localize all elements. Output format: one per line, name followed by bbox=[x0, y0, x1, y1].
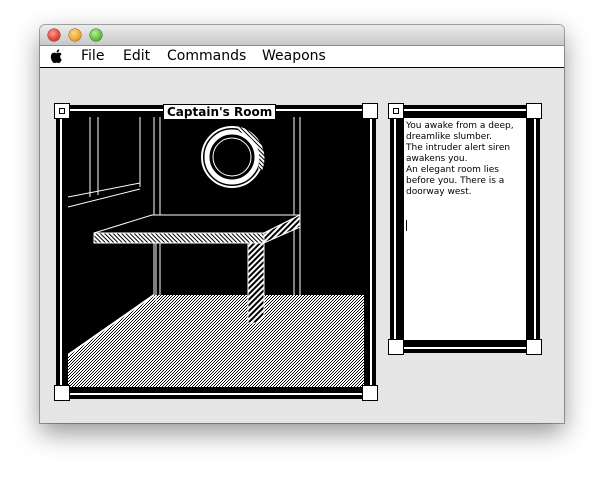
zoom-window-button[interactable] bbox=[90, 29, 102, 41]
title-bar bbox=[40, 25, 564, 46]
scene-window-title: Captain's Room bbox=[163, 104, 277, 120]
menu-edit[interactable]: Edit bbox=[123, 47, 150, 66]
menu-file[interactable]: File bbox=[81, 47, 104, 66]
close-window-button[interactable] bbox=[48, 29, 60, 41]
text-zoom-box[interactable] bbox=[526, 103, 542, 119]
menu-bar: File Edit Commands Weapons bbox=[40, 46, 564, 68]
zoom-box[interactable] bbox=[362, 103, 378, 119]
menu-weapons[interactable]: Weapons bbox=[262, 47, 326, 66]
resize-handle[interactable] bbox=[362, 385, 378, 401]
scene-window: Captain's Room bbox=[54, 103, 378, 401]
narration-line: You awake from a deep, dreamlike slumber… bbox=[406, 121, 514, 142]
captains-room-scene bbox=[68, 117, 364, 387]
text-corner-bottom-left bbox=[388, 339, 404, 355]
narration-line: The intruder alert siren awakens you. bbox=[406, 143, 511, 164]
text-resize-handle[interactable] bbox=[526, 339, 542, 355]
app-window: File Edit Commands Weapons Captain's Roo… bbox=[40, 25, 564, 423]
minimize-window-button[interactable] bbox=[69, 29, 81, 41]
narration-line: An elegant room lies before you. There i… bbox=[406, 165, 505, 197]
text-close-box[interactable] bbox=[388, 103, 404, 119]
corner-handle-bottom-left bbox=[54, 385, 70, 401]
apple-icon[interactable] bbox=[49, 47, 65, 65]
text-cursor bbox=[406, 220, 407, 231]
narration-text-area[interactable]: You awake from a deep, dreamlike slumber… bbox=[403, 117, 527, 341]
menu-commands[interactable]: Commands bbox=[167, 47, 246, 66]
scene-view bbox=[68, 117, 364, 387]
text-window: You awake from a deep, dreamlike slumber… bbox=[388, 103, 542, 355]
close-box[interactable] bbox=[54, 103, 70, 119]
